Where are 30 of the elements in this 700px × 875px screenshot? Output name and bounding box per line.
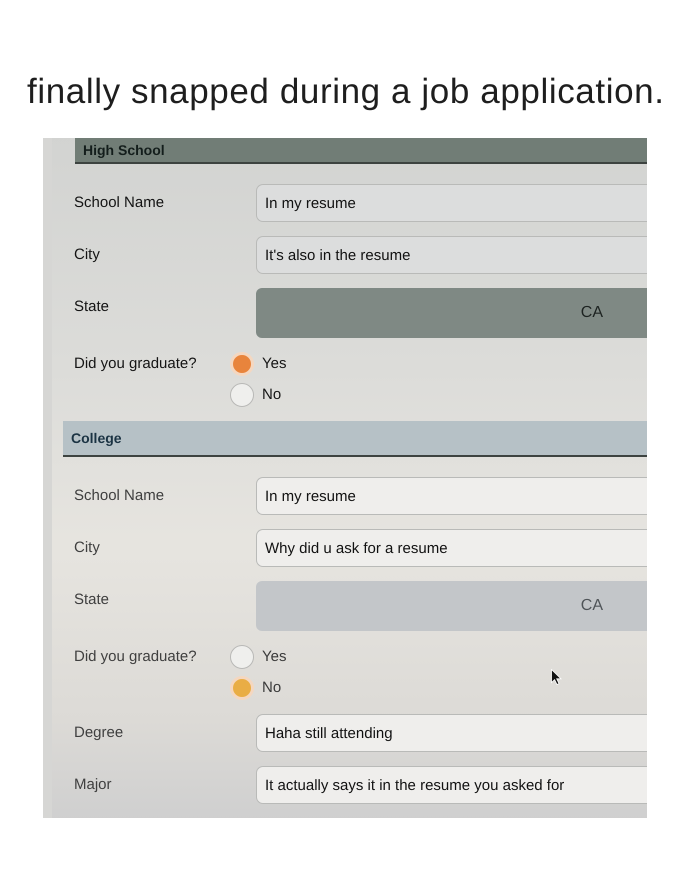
field-label: School Name <box>74 486 164 505</box>
radio-button[interactable] <box>230 676 254 700</box>
field-label: State <box>74 590 110 609</box>
field-label: Did you graduate? <box>74 354 197 374</box>
caption: finally snapped during a job application. <box>27 72 665 112</box>
field-label: Did you graduate? <box>74 647 197 666</box>
radio-button[interactable] <box>230 383 254 408</box>
text-field[interactable]: It actually says it in the resume you asked for <box>256 766 647 804</box>
field-label: Degree <box>74 723 124 742</box>
radio-button[interactable] <box>230 645 254 669</box>
option-label: No <box>262 679 282 697</box>
option-label: Yes <box>262 355 286 374</box>
state-select[interactable]: CA <box>256 288 647 338</box>
text-field[interactable]: Why did u ask for a resume <box>256 529 647 567</box>
text-field[interactable]: It's also in the resume <box>256 236 647 274</box>
radio-button[interactable] <box>230 352 254 376</box>
field-label: School Name <box>74 193 164 212</box>
text-field[interactable]: In my resume <box>256 477 647 515</box>
field-label: State <box>74 297 110 316</box>
option-label: Yes <box>262 648 286 666</box>
text-field[interactable]: Haha still attending <box>256 714 647 752</box>
mouse-pointer-icon <box>551 669 562 685</box>
field-label: City <box>74 245 100 264</box>
section-header: College <box>63 421 647 457</box>
state-select[interactable]: CA <box>256 581 647 631</box>
text-field[interactable]: In my resume <box>256 184 647 222</box>
option-label: No <box>262 386 282 404</box>
field-label: Major <box>74 775 112 794</box>
section-header: High School <box>75 138 647 164</box>
field-label: City <box>74 538 100 557</box>
